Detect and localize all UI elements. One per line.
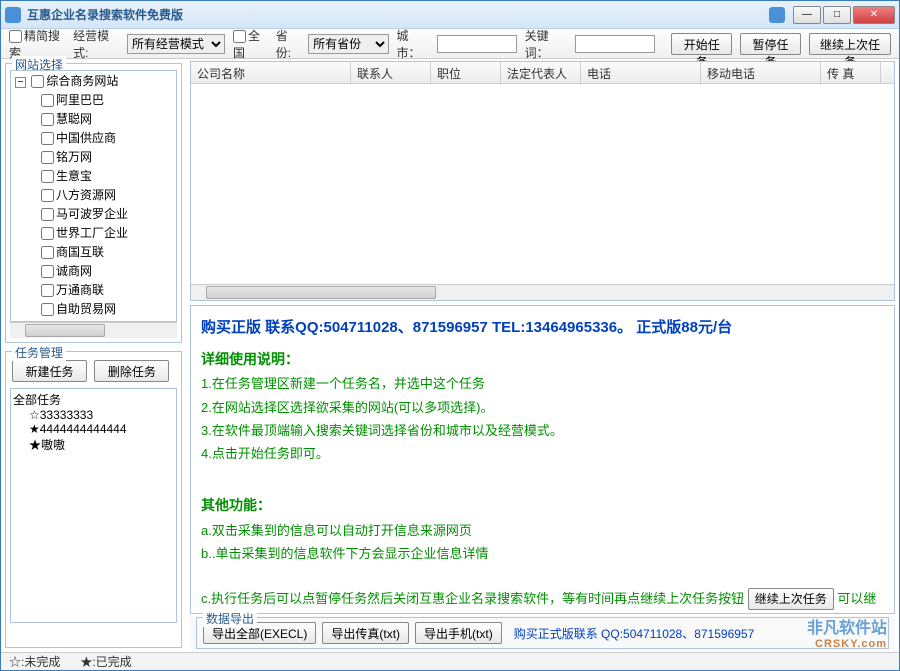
task-item[interactable]: ★嗷嗷 — [29, 436, 174, 453]
maximize-button[interactable]: □ — [823, 6, 851, 24]
nationwide-option[interactable]: 全国 — [233, 27, 268, 61]
left-column: 网站选择 − 综合商务网站 阿里巴巴慧聪网中国供应商铭万网生意宝八方资源网马可波… — [1, 59, 186, 652]
grid-header: 公司名称联系人职位法定代表人电话移动电话传 真 — [191, 62, 894, 84]
info-panel: 购买正版 联系QQ:504711028、871596957 TEL:134649… — [190, 305, 895, 614]
tree-site-item[interactable]: 生意宝 — [41, 166, 176, 185]
buy-notice: 购买正版 联系QQ:504711028、871596957 TEL:134649… — [201, 314, 884, 341]
new-task-button[interactable]: 新建任务 — [12, 360, 87, 382]
info-step: 3.在软件最顶端输入搜索关键词选择省份和城市以及经营模式。 — [201, 419, 884, 442]
status-bar: ☆:未完成 ★:已完成 — [1, 652, 899, 670]
nationwide-checkbox[interactable] — [233, 30, 246, 43]
app-window: 互惠企业名录搜索软件免费版 — □ ✕ 精简搜索 经营模式: 所有经营模式 全国… — [0, 0, 900, 671]
pause-task-button[interactable]: 暂停任务 — [740, 33, 801, 55]
grid-column-header[interactable]: 职位 — [431, 62, 501, 83]
tree-checkbox[interactable] — [41, 94, 54, 107]
task-root[interactable]: 全部任务 — [13, 391, 174, 408]
right-column: 公司名称联系人职位法定代表人电话移动电话传 真 购买正版 联系QQ:504711… — [186, 59, 899, 652]
tree-site-item[interactable]: 中国供应商 — [41, 128, 176, 147]
site-select-panel: 网站选择 − 综合商务网站 阿里巴巴慧聪网中国供应商铭万网生意宝八方资源网马可波… — [5, 63, 182, 343]
tree-checkbox[interactable] — [41, 170, 54, 183]
info-step: 4.点击开始任务即可。 — [201, 442, 884, 465]
tree-site-item[interactable]: 马可波罗企业 — [41, 204, 176, 223]
tree-scrollbar[interactable] — [10, 322, 177, 338]
scrollbar-thumb[interactable] — [25, 324, 105, 337]
tree-checkbox[interactable] — [41, 208, 54, 221]
biz-mode-label: 经营模式: — [73, 27, 119, 61]
status-done: ★:已完成 — [80, 653, 131, 670]
task-mgmt-legend: 任务管理 — [12, 344, 66, 361]
grid-column-header[interactable]: 法定代表人 — [501, 62, 581, 83]
city-label: 城市： — [397, 27, 429, 61]
minimize-button[interactable]: — — [793, 6, 821, 24]
province-label: 省份: — [276, 27, 300, 61]
search-toolbar: 精简搜索 经营模式: 所有经营模式 全国 省份: 所有省份 城市： 关键词： 开… — [1, 29, 899, 59]
tree-checkbox[interactable] — [41, 113, 54, 126]
province-select[interactable]: 所有省份 — [308, 34, 388, 54]
info-other: b..单击采集到的信息软件下方会显示企业信息详情 — [201, 542, 884, 565]
app-icon — [5, 7, 21, 23]
info-step: 1.在任务管理区新建一个任务名，并选中这个任务 — [201, 372, 884, 395]
window-controls: — □ ✕ — [793, 6, 895, 24]
continue-task-inline-button[interactable]: 继续上次任务 — [748, 588, 834, 610]
grid-scrollbar[interactable] — [191, 284, 894, 300]
tree-site-item[interactable]: 自助贸易网 — [41, 299, 176, 318]
continue-task-button[interactable]: 继续上次任务 — [809, 33, 891, 55]
site-tree[interactable]: − 综合商务网站 阿里巴巴慧聪网中国供应商铭万网生意宝八方资源网马可波罗企业世界… — [10, 70, 177, 322]
tree-checkbox[interactable] — [41, 227, 54, 240]
tree-checkbox[interactable] — [41, 189, 54, 202]
task-item[interactable]: ★4444444444444 — [29, 422, 174, 436]
tree-checkbox[interactable] — [31, 75, 44, 88]
export-legend: 数据导出 — [203, 610, 257, 627]
status-pending: ☆:未完成 — [9, 653, 60, 670]
info-step: 2.在网站选择区选择欲采集的网站(可以多项选择)。 — [201, 396, 884, 419]
detail-heading: 详细使用说明： — [201, 347, 884, 372]
close-button[interactable]: ✕ — [853, 6, 895, 24]
task-list[interactable]: 全部任务 ☆33333333★4444444444444★嗷嗷 — [10, 388, 177, 623]
simple-search-checkbox[interactable] — [9, 30, 22, 43]
info-line-c: c.执行任务后可以点暂停任务然后关闭互惠企业名录搜索软件，等有时间再点继续上次任… — [201, 587, 884, 614]
grid-column-header[interactable]: 传 真 — [821, 62, 881, 83]
export-fax-button[interactable]: 导出传真(txt) — [322, 622, 409, 644]
titlebar: 互惠企业名录搜索软件免费版 — □ ✕ — [1, 1, 899, 29]
scrollbar-thumb[interactable] — [206, 286, 436, 299]
grid-column-header[interactable]: 联系人 — [351, 62, 431, 83]
tree-checkbox[interactable] — [41, 303, 54, 316]
grid-body[interactable] — [191, 84, 894, 284]
grid-column-header[interactable]: 移动电话 — [701, 62, 821, 83]
tree-site-item[interactable]: 慧聪网 — [41, 109, 176, 128]
tree-site-item[interactable]: 万通商联 — [41, 280, 176, 299]
info-other: a.双击采集到的信息可以自动打开信息来源网页 — [201, 519, 884, 542]
tree-site-item[interactable]: 铭万网 — [41, 147, 176, 166]
results-grid: 公司名称联系人职位法定代表人电话移动电话传 真 — [190, 61, 895, 301]
other-heading: 其他功能： — [201, 493, 884, 518]
grid-column-header[interactable]: 公司名称 — [191, 62, 351, 83]
tree-checkbox[interactable] — [41, 151, 54, 164]
export-note: 购买正式版联系 QQ:504711028、871596957 — [514, 625, 755, 642]
start-task-button[interactable]: 开始任务 — [671, 33, 732, 55]
tree-site-item[interactable]: 商国互联 — [41, 242, 176, 261]
export-mobile-button[interactable]: 导出手机(txt) — [415, 622, 502, 644]
tree-site-item[interactable]: 诚商网 — [41, 261, 176, 280]
tree-checkbox[interactable] — [41, 132, 54, 145]
task-item[interactable]: ☆33333333 — [29, 408, 174, 422]
window-title: 互惠企业名录搜索软件免费版 — [27, 6, 769, 23]
keyword-input[interactable] — [575, 35, 655, 53]
tree-category[interactable]: − 综合商务网站 — [11, 71, 176, 90]
tree-checkbox[interactable] — [41, 265, 54, 278]
tree-checkbox[interactable] — [41, 284, 54, 297]
app-icon-right — [769, 7, 785, 23]
tree-site-item[interactable]: 阿里巴巴 — [41, 90, 176, 109]
tree-site-item[interactable]: 世界工厂企业 — [41, 223, 176, 242]
tree-site-item[interactable]: 八方资源网 — [41, 185, 176, 204]
main-area: 网站选择 − 综合商务网站 阿里巴巴慧聪网中国供应商铭万网生意宝八方资源网马可波… — [1, 59, 899, 652]
keyword-label: 关键词： — [525, 27, 568, 61]
delete-task-button[interactable]: 删除任务 — [94, 360, 169, 382]
task-mgmt-panel: 任务管理 新建任务 删除任务 全部任务 ☆33333333★4444444444… — [5, 351, 182, 648]
grid-column-header[interactable]: 电话 — [581, 62, 701, 83]
biz-mode-select[interactable]: 所有经营模式 — [127, 34, 225, 54]
tree-checkbox[interactable] — [41, 246, 54, 259]
tree-collapse-icon[interactable]: − — [15, 77, 26, 88]
city-input[interactable] — [437, 35, 517, 53]
export-bar: 数据导出 导出全部(EXECL) 导出传真(txt) 导出手机(txt) 购买正… — [190, 616, 895, 650]
